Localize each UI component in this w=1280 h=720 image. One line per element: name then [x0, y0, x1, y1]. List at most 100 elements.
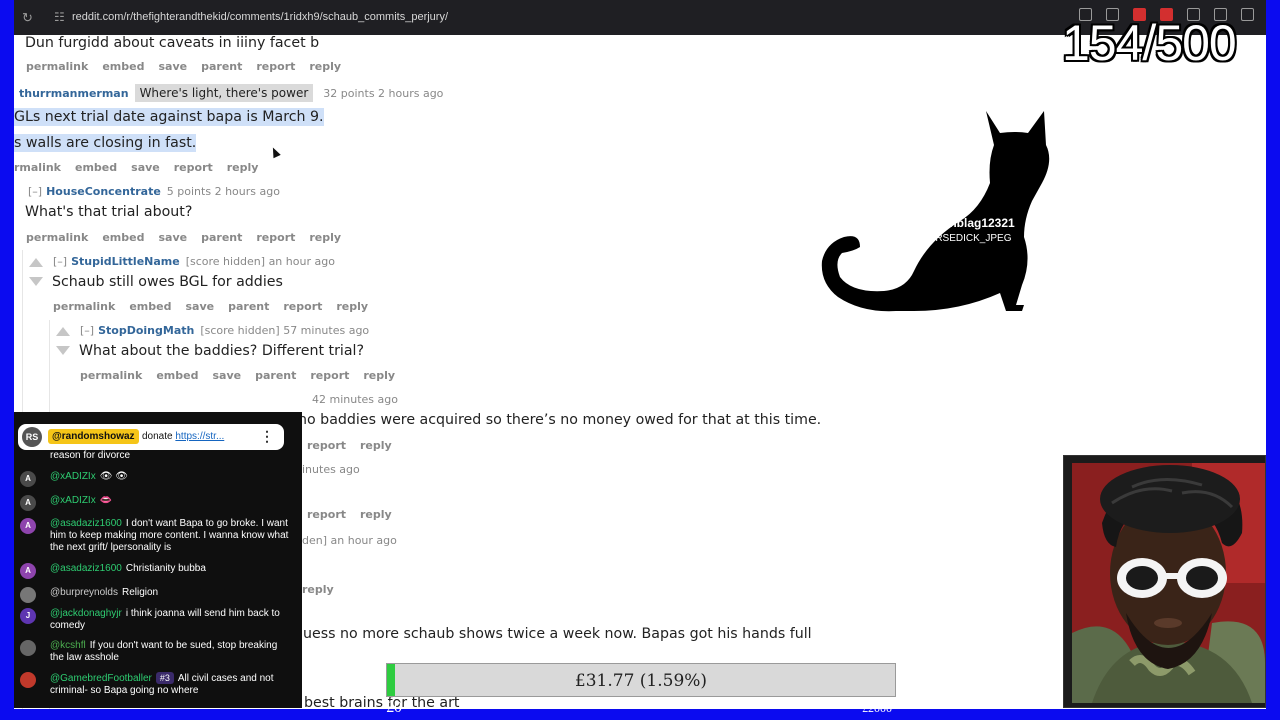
chat-username: @jackdonaghyjr [50, 608, 122, 619]
comment-tagline: [–] HouseConcentrate 5 points 2 hours ago [28, 185, 280, 198]
mouse-cursor-icon [269, 145, 281, 159]
parent-link[interactable]: parent [228, 300, 269, 313]
upvote-arrow-icon[interactable] [56, 327, 70, 336]
report-link[interactable]: report [310, 369, 349, 382]
chat-username: @kcshfl [50, 640, 86, 651]
user-flair: Where's light, there's power [134, 84, 314, 102]
chat-message: reason for divorce [50, 450, 131, 461]
chat-message: A @xADIZIx 👄 [20, 495, 292, 511]
reply-link[interactable]: reply [309, 60, 341, 73]
comment-body-line: s walls are closing in fast. [14, 134, 197, 152]
save-link[interactable]: save [131, 161, 160, 174]
parent-link[interactable]: parent [201, 60, 242, 73]
chat-message-text: Christianity bubba [125, 563, 206, 574]
report-link[interactable]: report [256, 231, 295, 244]
address-bar[interactable]: reddit.com/r/thefighterandthekid/comment… [72, 11, 448, 23]
reply-link[interactable]: reply [227, 161, 259, 174]
embed-link[interactable]: embed [129, 300, 171, 313]
chat-message-text: 👁 👁 [99, 471, 128, 482]
chat-message: A @xADIZIx 👁 👁 [20, 471, 292, 487]
comment-author[interactable]: thurrmanmerman [19, 87, 129, 100]
comment-meta: 32 points 2 hours ago [323, 87, 444, 100]
comment-body: no baddies were acquired so there’s no m… [298, 412, 822, 428]
comment-actions: report reply [307, 439, 406, 452]
reply-link[interactable]: reply [336, 300, 368, 313]
reply-link[interactable]: reply [363, 369, 395, 382]
comment-body: uess no more schaub shows twice a week n… [303, 626, 812, 642]
permalink-link[interactable]: permalink [53, 300, 115, 313]
comment-body-line: GLs next trial date against bapa is Marc… [14, 108, 324, 126]
report-link[interactable]: report [307, 508, 346, 521]
chat-message: @burpreynolds Religion [20, 587, 292, 603]
save-link[interactable]: save [158, 60, 187, 73]
reply-link[interactable]: reply [360, 508, 392, 521]
comment-actions: rmalink embed save report reply [14, 161, 272, 174]
collapse-toggle[interactable]: [–] [53, 255, 67, 268]
downvote-arrow-icon[interactable] [29, 277, 43, 286]
report-link[interactable]: report [174, 161, 213, 174]
comment-tagline: [–] StopDoingMath [score hidden] 57 minute… [80, 324, 369, 337]
comment-author[interactable]: StupidLittleName [71, 255, 180, 268]
downvote-arrow-icon[interactable] [56, 346, 70, 355]
comment-meta: [score hidden] 57 minutes ago [200, 324, 370, 337]
webcam-feed [1072, 463, 1265, 703]
fund-amount: £31.77 (1.59%) [574, 671, 708, 691]
chat-username: @GamebredFootballer [50, 673, 152, 684]
comment-body: What's that trial about? [25, 204, 193, 220]
reply-link[interactable]: reply [360, 439, 392, 452]
chat-username: @asadaziz1600 [50, 518, 122, 529]
embed-link[interactable]: embed [102, 60, 144, 73]
avatar: A [20, 471, 36, 487]
save-link[interactable]: save [185, 300, 214, 313]
avatar [20, 587, 36, 603]
comment-meta: 5 points 2 hours ago [166, 185, 280, 198]
parent-link[interactable]: parent [201, 231, 242, 244]
chat-message: A @asadaziz1600 I don't want Bapa to go b… [20, 518, 292, 554]
parent-link[interactable]: parent [255, 369, 296, 382]
comment-actions: reply [302, 583, 348, 596]
pinned-chat-message[interactable]: RS @randomshowaz donate https://str... ⋮ [18, 424, 284, 450]
comment-body: Dun furgidd about caveats in iiiny facet… [25, 35, 320, 51]
permalink-link[interactable]: permalink [26, 231, 88, 244]
report-link[interactable]: report [283, 300, 322, 313]
comment-author[interactable]: StopDoingMath [98, 324, 194, 337]
upvote-arrow-icon[interactable] [29, 258, 43, 267]
streamer-webcam-image [1072, 463, 1265, 703]
chat-message-text: Religion [121, 587, 159, 598]
collapse-toggle[interactable]: [–] [80, 324, 94, 337]
cat-overlay-username: u/Blahblag12321 [920, 216, 1015, 230]
save-link[interactable]: save [158, 231, 187, 244]
donate-link[interactable]: https://str... [175, 431, 224, 442]
embed-link[interactable]: embed [75, 161, 117, 174]
comment-body: What about the baddies? Different trial? [79, 343, 365, 359]
embed-link[interactable]: embed [156, 369, 198, 382]
report-link[interactable]: report [256, 60, 295, 73]
permalink-link[interactable]: rmalink [14, 161, 61, 174]
comment-actions: permalink embed save parent report reply [26, 60, 355, 73]
avatar: A [20, 563, 36, 579]
menu-icon[interactable] [1241, 8, 1254, 21]
more-options-icon[interactable]: ⋮ [260, 428, 274, 445]
reply-link[interactable]: reply [309, 231, 341, 244]
comment-actions: permalink embed save parent report reply [53, 300, 382, 313]
comment-actions: permalink embed save parent report reply [26, 231, 355, 244]
chat-username: @burpreynolds [50, 587, 118, 598]
site-settings-icon[interactable]: ☷ [54, 10, 65, 24]
reload-icon[interactable]: ↻ [22, 10, 33, 26]
collapse-toggle[interactable]: [–] [28, 185, 42, 198]
avatar: A [20, 495, 36, 511]
fund-title: NEW FLAT DEPOSIT FUND [548, 644, 718, 659]
embed-link[interactable]: embed [102, 231, 144, 244]
save-link[interactable]: save [212, 369, 241, 382]
report-link[interactable]: report [307, 439, 346, 452]
reply-link[interactable]: reply [302, 583, 334, 596]
chat-username: @xADIZIx [50, 471, 96, 482]
cat-silhouette-overlay: u/Blahblag12321 u/HORSEDICK_JPEG [810, 101, 1072, 341]
permalink-link[interactable]: permalink [80, 369, 142, 382]
permalink-link[interactable]: permalink [26, 60, 88, 73]
comment-tagline: thurrmanmerman Where's light, there's pow… [19, 84, 444, 102]
chat-message-text: 👄 [99, 495, 113, 506]
chat-message-text: donate https://str... [142, 431, 225, 442]
live-chat-panel: RS @randomshowaz donate https://str... ⋮… [14, 412, 302, 708]
comment-author[interactable]: HouseConcentrate [46, 185, 161, 198]
